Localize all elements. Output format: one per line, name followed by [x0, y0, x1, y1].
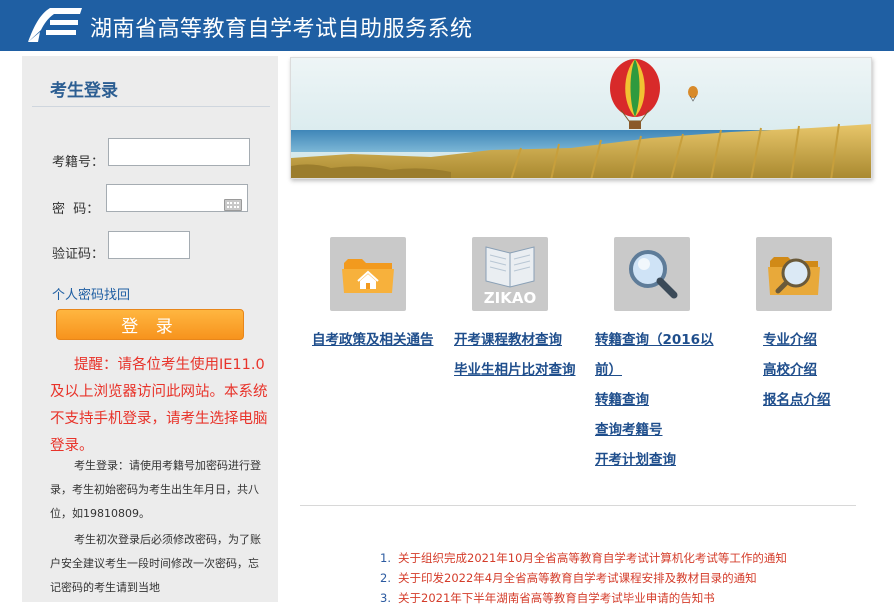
- banner-image: [290, 57, 872, 179]
- graduate-photo-compare-link[interactable]: 毕业生相片比对查询: [454, 358, 576, 378]
- student-id-query-link[interactable]: 查询考籍号: [595, 418, 663, 438]
- zikao-icon-text: ZIKAO: [484, 289, 536, 307]
- news-number: 1.: [380, 551, 391, 565]
- major-intro-link[interactable]: 专业介绍: [763, 328, 817, 348]
- password-label: 密 码：: [52, 202, 100, 217]
- list-item: 3. 关于2021年下半年湖南省高等教育自学考试毕业申请的告知书: [380, 588, 787, 608]
- login-button[interactable]: 登 录: [56, 309, 244, 340]
- content-divider: [300, 505, 856, 506]
- folder-search-icon[interactable]: [756, 237, 832, 311]
- list-item: 1. 关于组织完成2021年10月全省高等教育自学考试计算机化考试等工作的通知: [380, 548, 787, 568]
- exam-plan-query-link[interactable]: 开考计划查询: [595, 448, 676, 468]
- course-textbook-query-link[interactable]: 开考课程教材查询: [454, 328, 562, 348]
- magnifier-icon[interactable]: [614, 237, 690, 311]
- policy-notice-link[interactable]: 自考政策及相关通告: [312, 328, 434, 348]
- list-item: 2. 关于印发2022年4月全省高等教育自学考试课程安排及教材目录的通知: [380, 568, 787, 588]
- folder-home-icon[interactable]: [330, 237, 406, 311]
- student-id-input[interactable]: [108, 138, 250, 166]
- site-title: 湖南省高等教育自学考试自助服务系统: [90, 17, 473, 42]
- student-id-label: 考籍号：: [52, 155, 105, 170]
- header-bar: 湖南省高等教育自学考试自助服务系统: [0, 0, 894, 51]
- login-divider: [32, 106, 270, 107]
- password-notice: 考生初次登录后必须修改密码，为了账户安全建议考生一段时间修改一次密码，忘记密码的…: [50, 533, 261, 594]
- transfer-query-2016-link[interactable]: 转籍查询（2016以: [595, 328, 714, 348]
- captcha-input[interactable]: [108, 231, 190, 259]
- registration-point-intro-link[interactable]: 报名点介绍: [763, 388, 831, 408]
- transfer-query-2016-link-cont[interactable]: 前）: [595, 358, 622, 378]
- news-link[interactable]: 关于2021年下半年湖南省高等教育自学考试毕业申请的告知书: [398, 591, 715, 605]
- news-number: 3.: [380, 591, 391, 605]
- zikao-book-icon[interactable]: ZIKAO: [472, 237, 548, 311]
- news-list: 1. 关于组织完成2021年10月全省高等教育自学考试计算机化考试等工作的通知 2…: [380, 548, 787, 608]
- browser-reminder: 提醒：请各位考生使用IE11.0及以上浏览器访问此网站。本系统不支持手机登录，请…: [50, 357, 268, 454]
- login-panel: 考生登录 考籍号： 密 码： 验证码： 个人密码找回 登 录 提醒：请各位考生使…: [22, 56, 278, 602]
- logo-icon: [28, 8, 82, 42]
- transfer-query-link[interactable]: 转籍查询: [595, 388, 649, 408]
- virtual-keyboard-icon[interactable]: [224, 199, 242, 211]
- password-recover-link[interactable]: 个人密码找回: [52, 284, 130, 303]
- college-intro-link[interactable]: 高校介绍: [763, 358, 817, 378]
- news-link[interactable]: 关于印发2022年4月全省高等教育自学考试课程安排及教材目录的通知: [398, 571, 757, 585]
- news-link[interactable]: 关于组织完成2021年10月全省高等教育自学考试计算机化考试等工作的通知: [398, 551, 787, 565]
- login-title: 考生登录: [50, 81, 118, 101]
- captcha-label: 验证码：: [52, 247, 105, 262]
- banner-landscape-illustration: [291, 58, 871, 178]
- login-notice: 考生登录：请使用考籍号加密码进行登录，考生初始密码为考生出生年月日，共八位，如1…: [50, 459, 261, 520]
- news-number: 2.: [380, 571, 391, 585]
